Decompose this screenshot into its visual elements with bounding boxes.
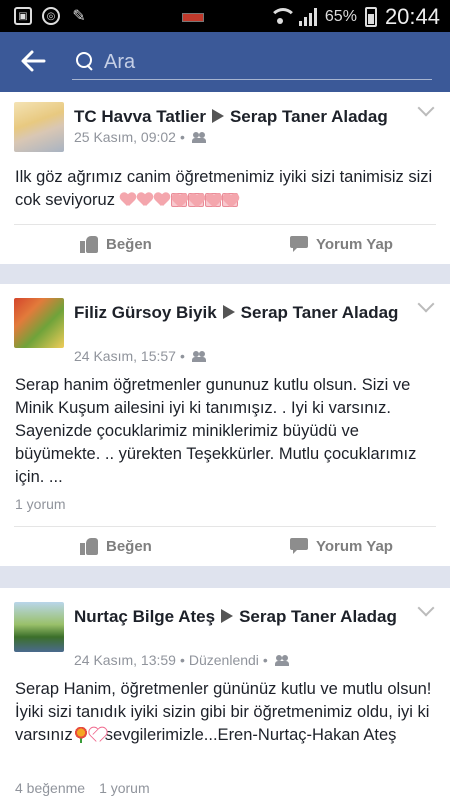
- post-time[interactable]: 25 Kasım, 09:02: [74, 129, 176, 145]
- meta-separator: •: [262, 652, 268, 668]
- heart-boxed-icon: [187, 193, 204, 207]
- chevron-down-icon[interactable]: [417, 99, 435, 117]
- post-actions: Beğen Yorum Yap: [0, 224, 450, 264]
- avatar[interactable]: [14, 102, 64, 152]
- battery-icon: [364, 7, 377, 27]
- thumbs-up-icon: [80, 537, 98, 555]
- comment-count[interactable]: 1 yorum: [15, 496, 66, 512]
- heart-icon: [154, 193, 170, 207]
- post-text: Ilk göz ağrımız canim öğretmenimiz iyiki…: [15, 166, 436, 212]
- app-header: [0, 32, 450, 92]
- heart-boxed-icon: [221, 193, 238, 207]
- like-button[interactable]: Beğen: [80, 224, 152, 264]
- friends-icon: [191, 351, 207, 362]
- post-text: Serap Hanim, öğretmenler gününüz kutlu v…: [15, 678, 436, 747]
- post-body-end: sevgilerimizle...Eren-Nurtaç-Hakan Ateş: [104, 726, 397, 744]
- post-author-line: TC Havva Tatlier Serap Taner Aladag: [74, 105, 404, 128]
- search-icon: [76, 52, 94, 70]
- avatar[interactable]: [14, 602, 64, 652]
- post-time[interactable]: 24 Kasım, 15:57: [74, 348, 176, 364]
- comment-button[interactable]: Yorum Yap: [290, 224, 393, 264]
- friends-icon: [274, 655, 290, 666]
- status-bar: ▣ ◎ ✎ 65% 20:44: [0, 0, 450, 32]
- comment-icon: [290, 236, 308, 252]
- search-input[interactable]: [104, 48, 424, 76]
- gallery-icon: ▣: [14, 7, 32, 25]
- like-count[interactable]: 4 beğenme: [15, 780, 85, 796]
- chevron-down-icon[interactable]: [417, 599, 435, 617]
- heart-icon: [89, 727, 105, 743]
- post-card: Filiz Gürsoy Biyik Serap Taner Aladag 24 …: [0, 284, 450, 566]
- post-counts: 1 yorum: [15, 496, 66, 512]
- post-counts: 4 beğenme 1 yorum: [15, 780, 150, 796]
- sync-icon: ◎: [42, 7, 60, 25]
- post-meta: 24 Kasım, 13:59 • Düzenlendi •: [74, 652, 290, 668]
- post-time[interactable]: 24 Kasım, 13:59: [74, 652, 176, 668]
- meta-separator: •: [179, 129, 185, 145]
- friends-icon: [191, 132, 207, 143]
- battery-percent: 65%: [324, 8, 357, 25]
- author-name[interactable]: Nurtaç Bilge Ateş: [74, 607, 215, 626]
- post-meta: 25 Kasım, 09:02 •: [74, 129, 207, 145]
- meta-separator: •: [179, 348, 185, 364]
- avatar[interactable]: [14, 298, 64, 348]
- arrow-right-icon: [221, 609, 234, 623]
- post-author-line: Nurtaç Bilge Ateş Serap Taner Aladag: [74, 605, 404, 628]
- comment-count[interactable]: 1 yorum: [99, 780, 150, 796]
- post-card: TC Havva Tatlier Serap Taner Aladag 25 Ka…: [0, 92, 450, 264]
- post-text: Serap hanim öğretmenler gununuz kutlu ol…: [15, 376, 417, 486]
- search-bar: [72, 46, 432, 80]
- heart-boxed-icon: [204, 193, 221, 207]
- arrow-right-icon: [211, 109, 224, 123]
- like-button[interactable]: Beğen: [80, 526, 152, 566]
- hearts-emoji: [120, 193, 238, 207]
- thumbs-up-icon: [80, 235, 98, 253]
- like-label: Beğen: [106, 235, 152, 253]
- comment-label: Yorum Yap: [316, 537, 393, 555]
- edited-label[interactable]: Düzenlendi: [189, 652, 259, 668]
- post-actions: Beğen Yorum Yap: [0, 526, 450, 566]
- arrow-left-icon[interactable]: [20, 48, 48, 76]
- battery-indicator-icon: [182, 13, 204, 22]
- heart-icon: [137, 193, 153, 207]
- author-name[interactable]: TC Havva Tatlier: [74, 107, 206, 126]
- comment-label: Yorum Yap: [316, 235, 393, 253]
- arrow-right-icon: [222, 305, 235, 319]
- post-meta: 24 Kasım, 15:57 •: [74, 348, 207, 364]
- heart-icon: [120, 193, 136, 207]
- target-name[interactable]: Serap Taner Aladag: [230, 107, 388, 126]
- post-card: Nurtaç Bilge Ateş Serap Taner Aladag 24 K…: [0, 588, 450, 800]
- comment-icon: [290, 538, 308, 554]
- signal-icon: [298, 8, 317, 26]
- comment-button[interactable]: Yorum Yap: [290, 526, 393, 566]
- bouquet-icon: [72, 727, 89, 743]
- post-author-line: Filiz Gürsoy Biyik Serap Taner Aladag: [74, 301, 404, 324]
- heart-boxed-icon: [170, 193, 187, 207]
- chevron-down-icon[interactable]: [417, 295, 435, 313]
- author-name[interactable]: Filiz Gürsoy Biyik: [74, 303, 217, 322]
- clock: 20:44: [384, 4, 440, 29]
- meta-separator: •: [179, 652, 185, 668]
- target-name[interactable]: Serap Taner Aladag: [241, 303, 399, 322]
- like-label: Beğen: [106, 537, 152, 555]
- wifi-icon: [268, 8, 297, 26]
- target-name[interactable]: Serap Taner Aladag: [239, 607, 397, 626]
- broom-icon: ✎: [72, 8, 86, 25]
